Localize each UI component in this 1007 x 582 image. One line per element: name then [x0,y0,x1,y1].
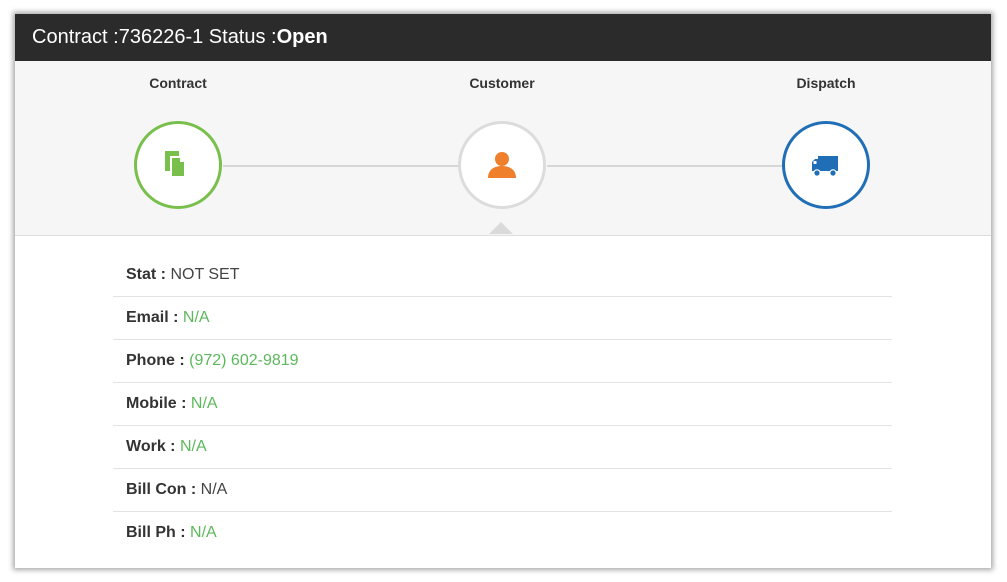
detail-row-mobile: Mobile : N/A [113,383,892,426]
detail-row-bill-con: Bill Con : N/A [113,469,892,512]
detail-label: Phone : [126,352,185,369]
step-dispatch[interactable] [782,121,870,209]
step-connector [547,165,783,167]
truck-icon [812,156,838,177]
detail-row-phone: Phone : (972) 602-9819 [113,340,892,383]
detail-label: Bill Ph : [126,524,186,541]
detail-label: Work : [126,438,176,455]
person-icon [488,152,516,178]
status-value: Open [276,26,328,48]
detail-label: Stat : [126,266,166,283]
mobile-link[interactable]: N/A [191,395,218,412]
progress-steps: Contract Customer Dispatch [15,61,991,236]
step-label-customer: Customer [469,75,535,91]
step-label-contract: Contract [149,75,207,91]
detail-row-bill-ph: Bill Ph : N/A [113,512,892,554]
detail-label: Bill Con : [126,481,197,498]
phone-link[interactable]: (972) 602-9819 [189,352,298,369]
detail-label: Email : [126,309,179,326]
contract-header: Contract :736226-1 Status :Open [15,14,991,61]
bill-phone-link[interactable]: N/A [190,524,217,541]
status-prefix: Status : [203,26,277,48]
detail-row-stat: Stat : NOT SET [113,254,892,297]
detail-value: N/A [200,481,228,498]
detail-label: Mobile : [126,395,187,412]
detail-row-email: Email : N/A [113,297,892,340]
step-customer[interactable] [458,121,546,209]
step-label-dispatch: Dispatch [796,75,856,91]
contract-panel: Contract :736226-1 Status :Open Contract… [15,14,991,568]
email-link[interactable]: N/A [183,309,210,326]
customer-details: Stat : NOT SET Email : N/A Phone : (972)… [113,254,892,554]
active-step-pointer [489,222,513,234]
detail-row-work: Work : N/A [113,426,892,469]
contract-number: 736226-1 [118,26,204,48]
step-connector [223,165,459,167]
work-link[interactable]: N/A [180,438,207,455]
detail-value: NOT SET [170,266,240,283]
step-contract[interactable] [134,121,222,209]
document-icon [165,151,184,177]
contract-prefix: Contract : [32,26,119,48]
